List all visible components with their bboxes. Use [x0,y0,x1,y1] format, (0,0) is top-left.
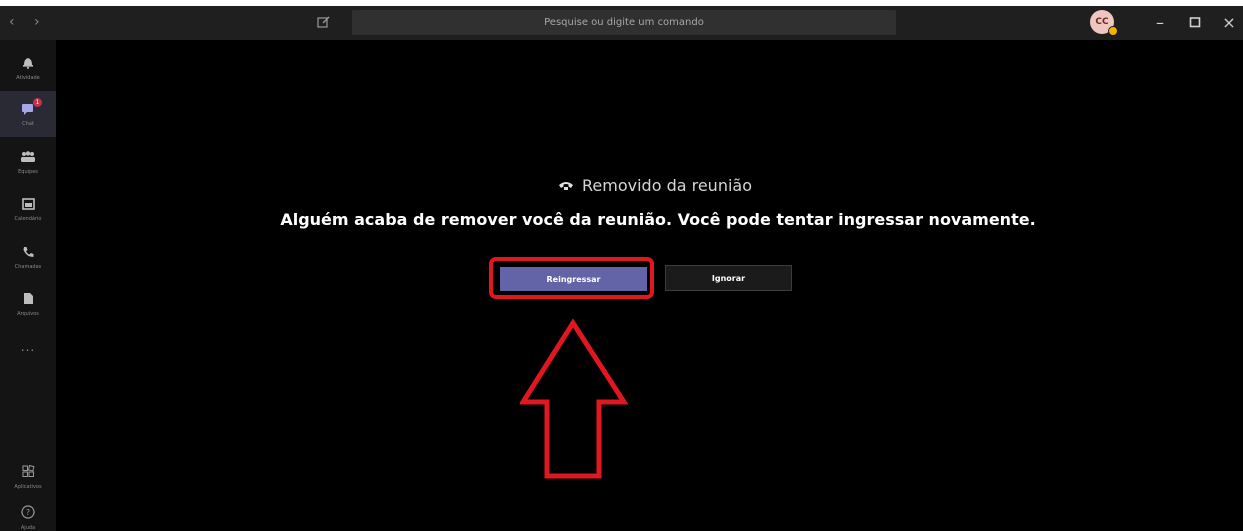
sidebar-item-files[interactable]: Arquivos [0,281,56,327]
app-sidebar: Atividade 1 Chat Equipes Calendário Cham… [0,40,56,531]
search-input[interactable]: Pesquise ou digite um comando [352,10,896,35]
ignore-button[interactable]: Ignorar [665,265,792,291]
sidebar-item-label: Ajuda [20,525,36,531]
sidebar-item-chat[interactable]: 1 Chat [0,91,56,137]
sidebar-item-label: Arquivos [17,310,39,317]
file-icon [23,292,34,308]
up-arrow-annotation [520,319,628,479]
back-icon[interactable]: ‹ [9,14,15,30]
removed-notice-title: Removido da reunião [0,176,1243,195]
sidebar-item-label: Atividade [16,74,40,81]
sidebar-item-activity[interactable]: Atividade [0,45,56,91]
help-icon: ? [21,505,35,522]
compose-icon[interactable] [316,14,332,30]
hang-up-phone-icon [558,179,574,195]
teams-icon [20,150,36,166]
minimize-icon[interactable]: – [1150,12,1170,32]
more-apps-icon[interactable]: ... [0,340,56,354]
sidebar-item-label: Aplicativos [14,483,42,490]
bell-icon [22,56,34,72]
close-icon[interactable]: × [1219,12,1239,32]
status-badge [1108,26,1118,36]
svg-text:?: ? [26,508,30,517]
sidebar-item-label: Chamadas [14,263,42,270]
maximize-icon[interactable] [1185,12,1205,32]
forward-icon[interactable]: › [34,14,40,30]
sidebar-item-label: Equipes [18,168,38,175]
unread-badge: 1 [33,98,42,107]
sidebar-item-apps[interactable]: Aplicativos [0,454,56,500]
notice-title-text: Removido da reunião [582,176,752,195]
sidebar-item-calls[interactable]: Chamadas [0,234,56,280]
rejoin-highlight [489,257,654,299]
sidebar-item-help[interactable]: ? Ajuda [0,495,56,531]
removed-notice-message: Alguém acaba de remover você da reunião.… [280,210,1036,229]
title-bar: ‹ › Pesquise ou digite um comando CC – × [0,6,1243,40]
teams-window: ‹ › Pesquise ou digite um comando CC – ×… [0,6,1243,531]
phone-icon [22,245,34,261]
apps-icon [22,464,35,481]
sidebar-item-label: Chat [22,120,34,127]
